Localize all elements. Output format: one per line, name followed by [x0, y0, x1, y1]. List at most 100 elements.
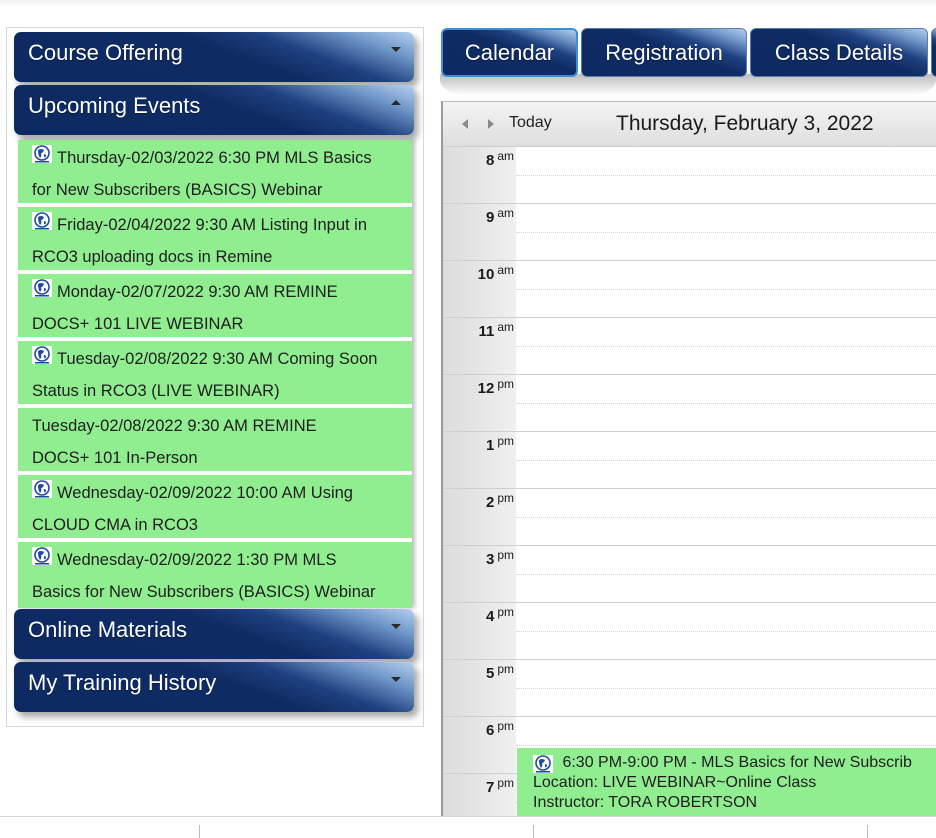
- hour-suffix: pm: [497, 491, 514, 505]
- hour-row[interactable]: 12 pm: [443, 374, 936, 431]
- hour-suffix: pm: [497, 719, 514, 733]
- accordion-course-offering[interactable]: Course Offering: [14, 32, 414, 82]
- event-item[interactable]: Tuesday-02/08/2022 9:30 AM Coming Soon S…: [18, 341, 412, 404]
- hour-label: 8 am: [443, 149, 514, 169]
- hour-number: 1: [485, 437, 495, 454]
- hour-suffix: am: [497, 263, 514, 277]
- upcoming-events-list: Thursday-02/03/2022 6:30 PM MLS Basics f…: [18, 140, 412, 608]
- half-hour-line: [516, 175, 936, 176]
- hour-number: 8: [485, 152, 495, 169]
- event-item[interactable]: Wednesday-02/09/2022 1:30 PM MLS Basics …: [18, 542, 412, 608]
- chevron-down-icon: [391, 624, 401, 629]
- half-hour-line: [516, 574, 936, 575]
- tab-calendar[interactable]: Calendar: [441, 28, 578, 77]
- hour-suffix: pm: [497, 548, 514, 562]
- event-line1: Thursday-02/03/2022 6:30 PM MLS Basics: [57, 149, 372, 167]
- hour-label: 4 pm: [443, 605, 514, 625]
- event-item[interactable]: Friday-02/04/2022 9:30 AM Listing Input …: [18, 207, 412, 270]
- globe-icon: [32, 212, 52, 230]
- hour-suffix: am: [497, 149, 514, 163]
- half-hour-line: [516, 517, 936, 518]
- event-time-title: 6:30 PM-9:00 PM - MLS Basics for New Sub…: [562, 754, 912, 771]
- accordion-my-training-history[interactable]: My Training History: [14, 662, 414, 712]
- event-line2: RCO3 uploading docs in Remine: [32, 247, 273, 266]
- hour-suffix: pm: [497, 662, 514, 676]
- hour-suffix: pm: [497, 776, 514, 790]
- hour-number: 5: [485, 665, 495, 682]
- accordion-title: Online Materials: [28, 617, 187, 642]
- hour-row[interactable]: 10 am: [443, 260, 936, 317]
- hour-number: 10: [477, 266, 495, 283]
- today-button[interactable]: Today: [509, 114, 552, 132]
- hour-suffix: am: [497, 320, 514, 334]
- hour-number: 4: [485, 608, 495, 625]
- hour-suffix: pm: [497, 605, 514, 619]
- hour-row[interactable]: 1 pm: [443, 431, 936, 488]
- event-line2: DOCS+ 101 LIVE WEBINAR: [32, 314, 244, 333]
- hour-row[interactable]: 8 am: [443, 146, 936, 203]
- next-day-icon[interactable]: [488, 119, 494, 129]
- event-line2: for New Subscribers (BASICS) Webinar: [32, 180, 323, 199]
- chevron-down-icon: [391, 677, 401, 682]
- hour-label: 10 am: [443, 263, 514, 283]
- hour-row[interactable]: 2 pm: [443, 488, 936, 545]
- bottom-bar: [0, 816, 936, 838]
- divider: [199, 825, 200, 838]
- chevron-up-icon: [391, 100, 401, 105]
- hour-row[interactable]: 4 pm: [443, 602, 936, 659]
- event-line1: Wednesday-02/09/2022 1:30 PM MLS: [57, 551, 337, 569]
- hour-label: 7 pm: [443, 776, 514, 796]
- accordion-title: My Training History: [28, 670, 217, 695]
- hour-label: 6 pm: [443, 719, 514, 739]
- half-hour-line: [516, 460, 936, 461]
- hour-suffix: pm: [497, 377, 514, 391]
- half-hour-line: [516, 232, 936, 233]
- prev-day-icon[interactable]: [462, 119, 468, 129]
- event-line1: Tuesday-02/08/2022 9:30 AM Coming Soon: [57, 350, 378, 368]
- tab-registration[interactable]: Registration: [581, 28, 747, 77]
- event-item[interactable]: Monday-02/07/2022 9:30 AM REMINE DOCS+ 1…: [18, 274, 412, 337]
- hour-label: 2 pm: [443, 491, 514, 511]
- hour-number: 3: [485, 551, 495, 568]
- hour-number: 9: [485, 209, 495, 226]
- tabs-shadow: [440, 74, 936, 96]
- event-instructor: Instructor: TORA ROBERTSON: [533, 794, 758, 811]
- hour-number: 2: [485, 494, 495, 511]
- hour-label: 5 pm: [443, 662, 514, 682]
- hour-suffix: pm: [497, 434, 514, 448]
- hour-number: 6: [485, 722, 495, 739]
- hour-label: 11 am: [443, 320, 514, 340]
- event-item[interactable]: Tuesday-02/08/2022 9:30 AM REMINE DOCS+ …: [18, 408, 412, 471]
- event-item[interactable]: Wednesday-02/09/2022 10:00 AM Using CLOU…: [18, 475, 412, 538]
- tab-more[interactable]: [931, 28, 936, 77]
- hour-number: 7: [485, 779, 495, 796]
- globe-icon: [32, 547, 52, 565]
- globe-icon: [32, 480, 52, 498]
- event-line1: Monday-02/07/2022 9:30 AM REMINE: [57, 283, 338, 301]
- accordion-online-materials[interactable]: Online Materials: [14, 609, 414, 659]
- calendar-event[interactable]: 6:30 PM-9:00 PM - MLS Basics for New Sub…: [517, 748, 936, 817]
- hour-number: 11: [478, 323, 495, 340]
- globe-icon: [533, 755, 553, 773]
- accordion-upcoming-events[interactable]: Upcoming Events: [14, 85, 414, 135]
- hour-label: 1 pm: [443, 434, 514, 454]
- hour-number: 12: [477, 380, 495, 397]
- hour-label: 9 am: [443, 206, 514, 226]
- hour-row[interactable]: 5 pm: [443, 659, 936, 716]
- tab-class-details[interactable]: Class Details: [750, 28, 928, 77]
- half-hour-line: [516, 631, 936, 632]
- top-bar: [0, 0, 936, 8]
- accordion-title: Upcoming Events: [28, 93, 201, 118]
- hour-row[interactable]: 9 am: [443, 203, 936, 260]
- half-hour-line: [516, 403, 936, 404]
- event-line2: DOCS+ 101 In-Person: [32, 448, 198, 467]
- half-hour-line: [516, 346, 936, 347]
- hour-row[interactable]: 11 am: [443, 317, 936, 374]
- chevron-down-icon: [391, 47, 401, 52]
- day-calendar: Today Thursday, February 3, 2022 8 am 9 am 1…: [441, 101, 936, 817]
- globe-icon: [32, 145, 52, 163]
- event-item[interactable]: Thursday-02/03/2022 6:30 PM MLS Basics f…: [18, 140, 412, 203]
- event-location: Location: LIVE WEBINAR~Online Class: [533, 774, 817, 791]
- event-line1: Wednesday-02/09/2022 10:00 AM Using: [57, 484, 353, 502]
- hour-row[interactable]: 3 pm: [443, 545, 936, 602]
